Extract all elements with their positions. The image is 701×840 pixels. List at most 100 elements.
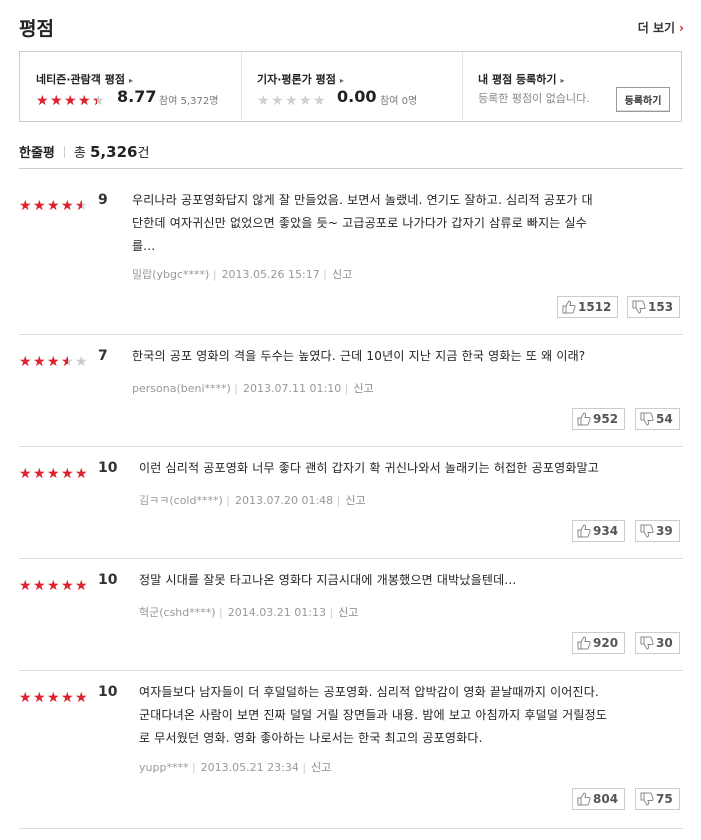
review-item: ★ ★ ★ ★ ★ ★ ★ ★ ★ ★ 10 여자들보다 남자들이 더 후덜덜하는 공포영화. 심… [19,670,683,829]
dislike-button[interactable]: 75 [635,788,680,810]
review-date: 2013.05.26 15:17 [221,268,320,281]
review-meta: 혁군(cshd****) | 2014.03.21 01:13 | 신고 [139,604,358,620]
report-link[interactable]: 신고 [311,761,331,774]
report-link[interactable]: 신고 [345,494,365,507]
divider: | [341,382,349,395]
section-title: 평점 [19,18,54,40]
star-icon: ★★ [33,578,46,594]
review-score: 7 [98,348,108,364]
thumbs-down-icon [640,636,654,650]
critic-score: 0.00 [337,87,377,106]
my-rating-title[interactable]: 내 평점 등록하기 [478,73,557,86]
divider: | [298,761,307,774]
star-icon: ★★ [36,93,49,109]
reviews-label: 한줄평 [19,146,55,161]
report-link[interactable]: 신고 [353,382,373,395]
dislike-button[interactable]: 54 [635,408,680,430]
total-suffix: 건 [137,146,150,161]
chevron-right-icon: › [679,21,684,35]
star-icon: ★★ [33,466,46,482]
review-line: 우리나라 공포영화답지 않게 잘 만들었음. 보면서 놀랬네. 연기도 잘하고.… [132,193,593,207]
star-icon: ★ [271,93,284,109]
star-icon: ★★ [33,354,46,370]
like-count: 1512 [578,300,612,314]
star-icon: ★★ [92,93,105,109]
like-count: 934 [593,524,619,538]
review-stars: ★ ★ ★ ★ ★ ★ ★ ★ ★ ★ [19,195,89,213]
review-date: 2014.03.21 01:13 [227,606,326,619]
total-count: 5,326 [90,143,138,161]
review-item: ★ ★ ★ ★ ★ ★ ★ ★ ★ ★ 9 우리나라 공포영화답지 않게 잘 만들었음. 보면서 … [19,186,683,335]
review-meta: yupp**** | 2013.05.21 23:34 | 신고 [139,759,331,775]
more-label[interactable]: 더 보기 [638,21,675,35]
review-item: ★ ★ ★ ★ ★ ★ ★ ★ ★ ★ 10 이런 심리적 공포영화 너무 좋다 괜히 갑자기 확… [19,446,683,559]
star-icon: ★★ [75,466,88,482]
divider: | [215,606,223,619]
star-icon: ★★ [75,690,88,706]
review-meta: 김ㅋㅋ(cold****) | 2013.07.20 01:48 | 신고 [139,492,366,508]
report-link[interactable]: 신고 [338,606,358,619]
review-date: 2013.05.21 23:34 [200,761,299,774]
netizen-rating-link[interactable]: 네티즌·관람객 평점 ▸ [36,71,133,87]
netizen-rating-title[interactable]: 네티즌·관람객 평점 [36,73,125,86]
like-button[interactable]: 920 [572,632,626,654]
review-user[interactable]: yupp**** [139,761,188,774]
thumbs-down-icon [640,524,654,538]
review-line: 정말 시대를 잘못 타고나온 영화다 지금시대에 개봉했으면 대박났을텐데... [139,573,517,587]
dislike-button[interactable]: 30 [635,632,680,654]
rating-summary-box: 네티즌·관람객 평점▸ ★★★★★★★★★★ 8.77 참여 5,372명 기자… [19,51,682,122]
thumbs-up-icon [562,300,576,314]
dislike-button[interactable]: 153 [627,296,681,318]
thumbs-up-icon [577,636,591,650]
critic-stars: ★★★★★ [257,90,327,108]
like-button[interactable]: 804 [572,788,626,810]
review-text: 정말 시대를 잘못 타고나온 영화다 지금시대에 개봉했으면 대박났을텐데... [139,569,516,592]
like-count: 952 [593,412,619,426]
star-icon: ★★ [47,198,60,214]
dislike-count: 54 [656,412,673,426]
review-line: 단한데 여자귀신만 없었으면 좋았을 듯~ 고급공포로 나가다가 갑자기 삼류로… [132,216,588,230]
report-link[interactable]: 신고 [332,268,352,281]
review-line: 한국의 공포 영화의 격을 두수는 높였다. 근데 10년이 지난 지금 한국 … [132,349,586,363]
critic-rating-link[interactable]: 기자·평론가 평점 ▸ [257,71,344,87]
my-rating-empty-text: 등록한 평점이 없습니다. [478,92,590,105]
star-icon: ★★ [19,690,32,706]
star-icon: ★★ [75,578,88,594]
register-rating-button[interactable]: 등록하기 [616,87,670,112]
review-score: 10 [98,460,118,476]
review-stars: ★ ★ ★ ★ ★ ★ ★ ★ ★ ★ [19,687,89,705]
like-button[interactable]: 1512 [557,296,619,318]
divider: | [188,761,196,774]
my-rating-link[interactable]: 내 평점 등록하기 ▸ [478,71,565,87]
total-prefix: 총 [73,146,86,161]
review-line: 여자들보다 남자들이 더 후덜덜하는 공포영화. 심리적 압박감이 영화 끝날때… [139,685,600,699]
divider: | [222,494,230,507]
review-date: 2013.07.11 01:10 [243,382,342,395]
like-button[interactable]: 934 [572,520,626,542]
dislike-button[interactable]: 39 [635,520,680,542]
netizen-score: 8.77 [117,87,157,106]
star-icon: ★ [299,93,312,109]
thumbs-up-icon [577,412,591,426]
triangle-right-icon: ▸ [560,76,565,85]
star-icon: ★ [257,93,270,109]
more-link[interactable]: 더 보기 › [638,19,684,36]
review-score: 10 [98,572,118,588]
review-text: 여자들보다 남자들이 더 후덜덜하는 공포영화. 심리적 압박감이 영화 끝날때… [139,681,607,750]
review-text: 한국의 공포 영화의 격을 두수는 높였다. 근데 10년이 지난 지금 한국 … [132,345,585,368]
review-user[interactable]: 밀랍(ybgc****) [132,268,209,281]
star-icon: ★★ [47,578,60,594]
star-icon: ★★ [33,198,46,214]
review-item: ★ ★ ★ ★ ★ ★ ★ ★ ★ ★ 10 정말 시대를 잘못 타고나온 영화다 지금시대에 개… [19,558,683,671]
review-user[interactable]: 혁군(cshd****) [139,606,216,619]
review-stars: ★ ★ ★ ★ ★ ★ ★ ★ ★ ★ [19,575,89,593]
star-icon: ★★ [61,466,74,482]
critic-rating-title[interactable]: 기자·평론가 평점 [257,73,336,86]
star-icon: ★★ [78,93,91,109]
review-user[interactable]: 김ㅋㅋ(cold****) [139,494,223,507]
review-user[interactable]: persona(beni****) [132,382,231,395]
star-icon: ★★ [75,198,88,214]
like-button[interactable]: 952 [572,408,626,430]
triangle-right-icon: ▸ [128,76,133,85]
star-icon: ★★ [50,93,63,109]
